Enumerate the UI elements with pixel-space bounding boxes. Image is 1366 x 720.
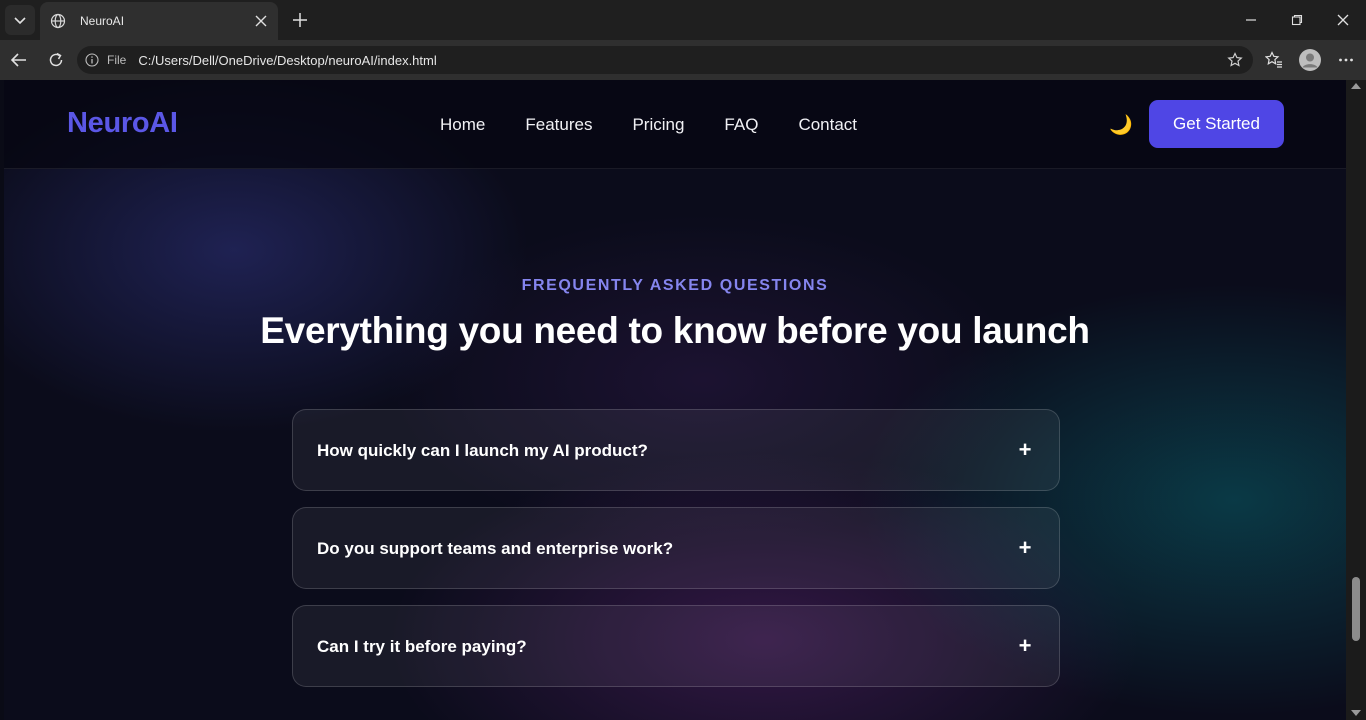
url-text[interactable]: C:/Users/Dell/OneDrive/Desktop/neuroAI/i…	[138, 53, 436, 68]
browser-tab[interactable]: NeuroAI	[40, 2, 278, 40]
chevron-down-icon	[14, 17, 26, 25]
faq-question: Do you support teams and enterprise work…	[317, 539, 674, 558]
site-navbar: NeuroAI Home Features Pricing FAQ Contac…	[4, 80, 1346, 169]
page-viewport: NeuroAI Home Features Pricing FAQ Contac…	[0, 80, 1366, 720]
favorites-button[interactable]	[1260, 46, 1288, 74]
theme-toggle-moon-icon[interactable]: 🌙	[1109, 113, 1133, 137]
star-icon[interactable]	[1227, 52, 1243, 68]
more-icon	[1339, 58, 1353, 62]
faq-item[interactable]: How quickly can I launch my AI product? …	[292, 409, 1060, 491]
reload-button[interactable]	[42, 46, 70, 74]
nav-link-contact[interactable]: Contact	[798, 115, 857, 135]
info-icon[interactable]	[85, 53, 99, 67]
scrollbar-thumb[interactable]	[1352, 577, 1360, 641]
url-scheme-label: File	[107, 53, 127, 67]
faq-title: Everything you need to know before you l…	[260, 310, 1090, 351]
minimize-icon	[1246, 19, 1256, 21]
favorites-icon	[1265, 51, 1282, 68]
new-tab-button[interactable]	[288, 8, 312, 32]
page-scrollbar[interactable]	[1346, 80, 1366, 720]
scroll-up-arrow-icon[interactable]	[1351, 83, 1361, 89]
tab-title: NeuroAI	[80, 14, 125, 28]
nav-link-faq[interactable]: FAQ	[724, 115, 758, 135]
minimize-button[interactable]	[1228, 0, 1274, 40]
faq-eyebrow: FREQUENTLY ASKED QUESTIONS	[521, 277, 829, 294]
faq-question: Can I try it before paying?	[317, 637, 527, 656]
site-logo[interactable]: NeuroAI	[67, 107, 178, 140]
nav-link-home[interactable]: Home	[440, 115, 485, 135]
address-bar[interactable]: File C:/Users/Dell/OneDrive/Desktop/neur…	[77, 46, 1253, 74]
close-window-button[interactable]	[1320, 0, 1366, 40]
back-arrow-icon	[10, 53, 26, 67]
avatar-icon	[1299, 49, 1321, 71]
browser-tab-strip: NeuroAI	[0, 0, 1366, 40]
faq-list: How quickly can I launch my AI product? …	[292, 409, 1060, 703]
nav-links: Home Features Pricing FAQ Contact	[440, 115, 897, 135]
tab-list-button[interactable]	[5, 5, 35, 35]
globe-icon	[50, 13, 66, 29]
neuroai-page: NeuroAI Home Features Pricing FAQ Contac…	[4, 80, 1346, 720]
faq-question: How quickly can I launch my AI product?	[317, 441, 648, 460]
faq-item[interactable]: Do you support teams and enterprise work…	[292, 507, 1060, 589]
back-button[interactable]	[5, 46, 33, 74]
restore-icon	[1291, 14, 1303, 26]
profile-button[interactable]	[1296, 46, 1324, 74]
plus-icon[interactable]: +	[1015, 437, 1035, 463]
restore-button[interactable]	[1274, 0, 1320, 40]
get-started-button[interactable]: Get Started	[1149, 100, 1284, 148]
scroll-down-arrow-icon[interactable]	[1351, 710, 1361, 716]
nav-link-pricing[interactable]: Pricing	[632, 115, 684, 135]
plus-icon	[293, 13, 307, 27]
close-icon	[1337, 14, 1349, 26]
reload-icon	[49, 52, 63, 67]
close-icon[interactable]	[252, 12, 270, 30]
plus-icon[interactable]: +	[1015, 535, 1035, 561]
plus-icon[interactable]: +	[1015, 633, 1035, 659]
nav-link-features[interactable]: Features	[525, 115, 592, 135]
settings-menu-button[interactable]	[1332, 46, 1360, 74]
faq-item[interactable]: Can I try it before paying? +	[292, 605, 1060, 687]
